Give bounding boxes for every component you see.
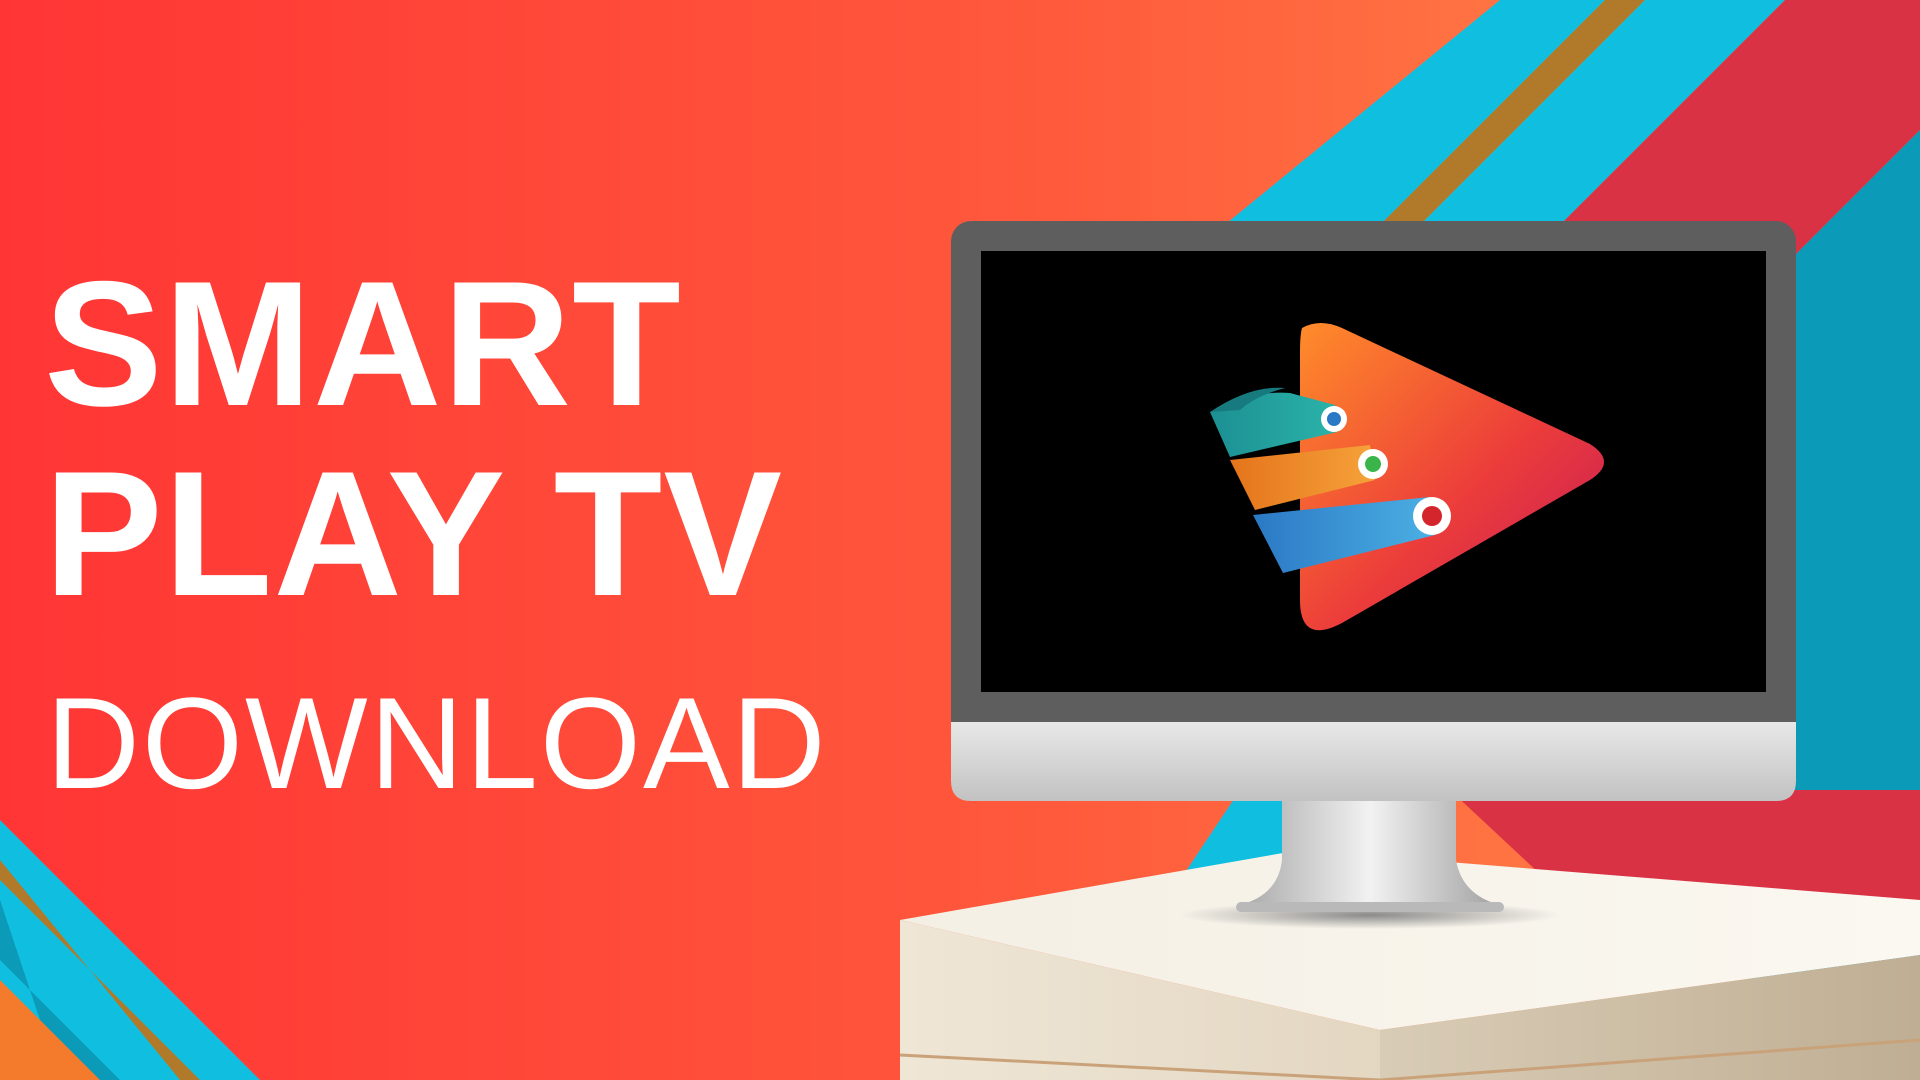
monitor-scene — [899, 221, 1920, 1080]
monitor-chin — [951, 722, 1796, 801]
stand-neck — [1240, 800, 1500, 905]
stand-base — [1236, 902, 1504, 912]
